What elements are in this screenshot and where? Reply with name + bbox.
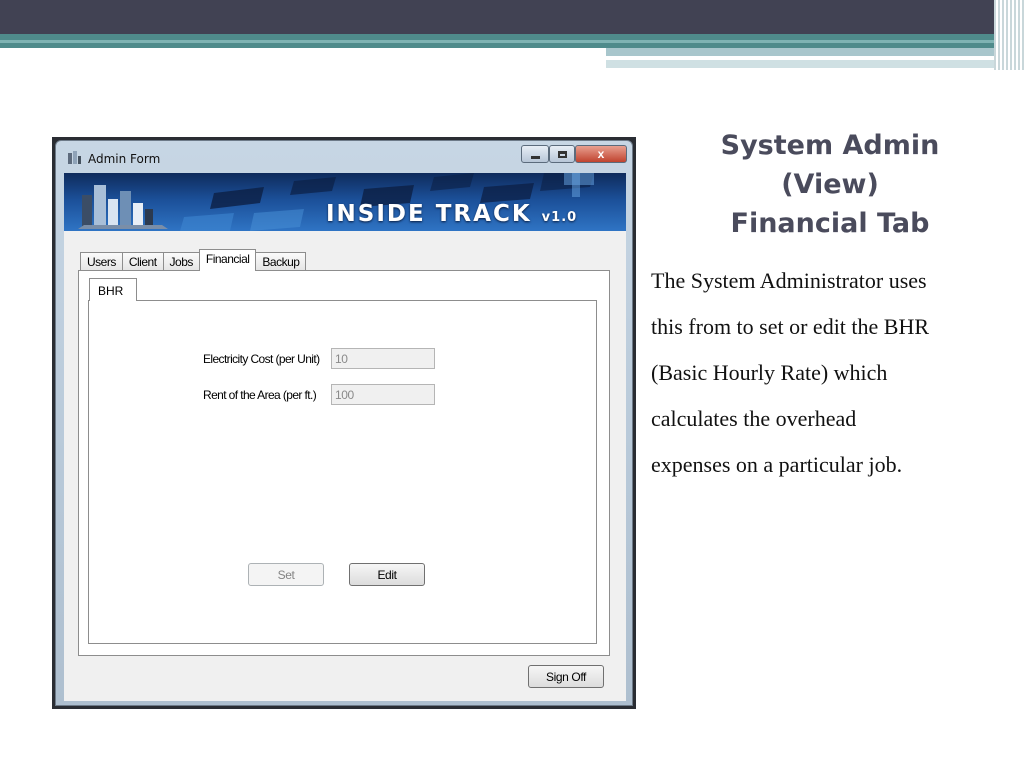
slide-title-line: System Admin [720, 130, 940, 161]
slide-stripe [606, 48, 996, 56]
slide-stripe-line [606, 56, 950, 58]
buildings-logo-icon [78, 185, 168, 229]
maximize-button[interactable] [549, 145, 575, 163]
electricity-cost-input[interactable] [331, 348, 435, 369]
slide-body-line: expenses on a particular job. [651, 452, 903, 477]
slide-stripe [606, 60, 996, 68]
slide-title-line: Financial Tab [730, 208, 930, 239]
admin-form-window: Admin Form x INSIDE TRACK v1.0 Users Cli… [55, 140, 633, 706]
brand-title: INSIDE TRACK [326, 201, 532, 227]
tab-backup[interactable]: Backup [255, 252, 307, 271]
brand-version: v1.0 [541, 210, 578, 225]
minimize-icon [530, 155, 540, 159]
slide-top-bar [0, 0, 1024, 34]
rent-area-label: Rent of the Area (per ft.) [203, 388, 317, 402]
slide-title-line: (View) [781, 169, 879, 200]
slide-teal-highlight [0, 40, 1024, 43]
financial-tab-panel: BHR Electricity Cost (per Unit) Rent of … [78, 270, 610, 656]
app-icon [68, 151, 81, 164]
tab-jobs[interactable]: Jobs [162, 252, 200, 271]
maximize-icon [557, 150, 567, 158]
screenshot-frame: Admin Form x INSIDE TRACK v1.0 Users Cli… [52, 137, 636, 709]
minimize-button[interactable] [521, 145, 549, 163]
close-icon: x [597, 147, 605, 161]
slide-body-line: this from to set or edit the BHR [651, 314, 930, 339]
brand-name: INSIDE TRACK v1.0 [326, 201, 577, 227]
slide-body-line: calculates the overhead [651, 406, 857, 431]
main-tab-strip: Users Client Jobs Financial Backup [80, 249, 307, 271]
close-button[interactable]: x [575, 145, 627, 163]
electricity-cost-label: Electricity Cost (per Unit) [203, 352, 320, 366]
rent-area-input[interactable] [331, 384, 435, 405]
window-titlebar[interactable]: Admin Form x [56, 141, 632, 173]
tab-users[interactable]: Users [80, 252, 123, 271]
tab-financial[interactable]: Financial [198, 249, 257, 271]
window-client-area: INSIDE TRACK v1.0 Users Client Jobs Fina… [64, 173, 626, 701]
window-title: Admin Form [88, 152, 161, 166]
tab-client[interactable]: Client [121, 252, 164, 271]
slide-vertical-lines [994, 0, 1024, 70]
app-banner: INSIDE TRACK v1.0 [64, 173, 626, 231]
subtab-bhr[interactable]: BHR [89, 278, 137, 301]
set-button[interactable]: Set [248, 563, 324, 586]
slide-title: System Admin (View) Financial Tab [690, 126, 970, 243]
slide-body-text: The System Administrator uses this from … [651, 258, 1021, 488]
slide-body-line: The System Administrator uses [651, 268, 927, 293]
slide-body-line: (Basic Hourly Rate) which [651, 360, 888, 385]
edit-button[interactable]: Edit [349, 563, 425, 586]
bhr-panel: Electricity Cost (per Unit) Rent of the … [88, 300, 597, 644]
sign-off-button[interactable]: Sign Off [528, 665, 604, 688]
